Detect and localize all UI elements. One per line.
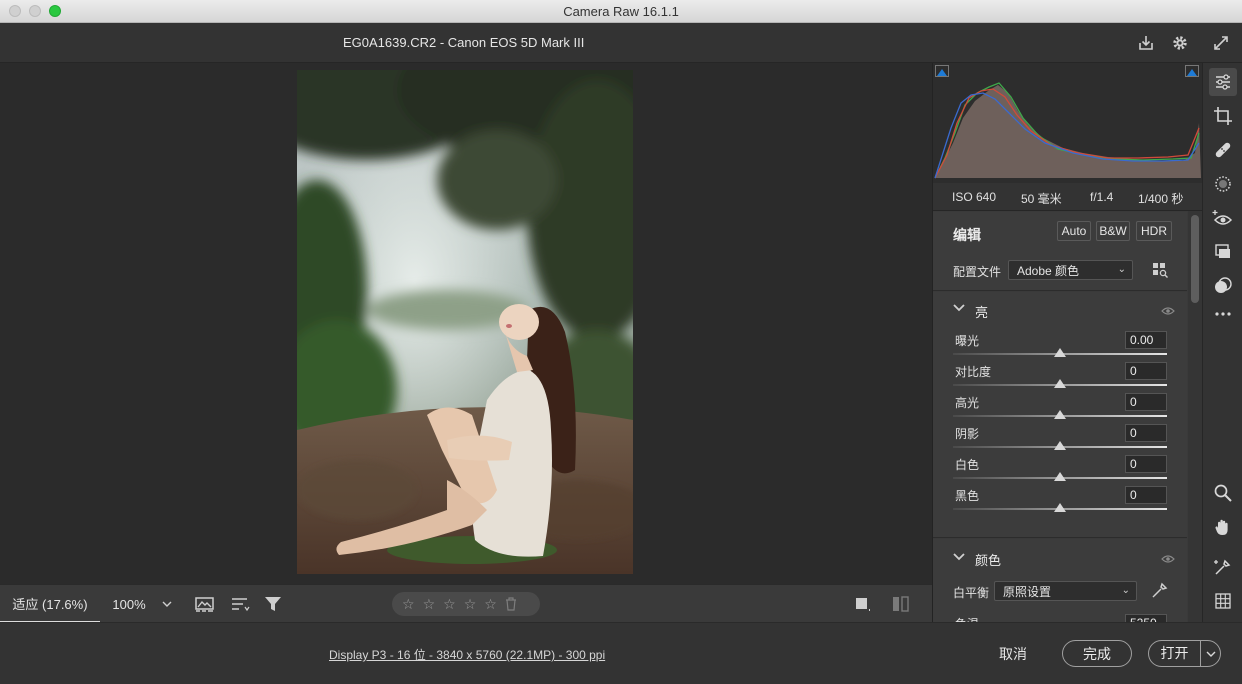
exif-focal-length: 50 毫米 — [1021, 192, 1062, 206]
collapse-chevron-icon[interactable] — [953, 551, 965, 565]
edit-panel: ISO 640 50 毫米 f/1.4 1/400 秒 编辑 Auto B&W … — [932, 63, 1202, 622]
gear-icon[interactable] — [1168, 31, 1192, 55]
status-bar: Display P3 - 16 位 - 3840 x 5760 (22.1MP)… — [0, 622, 1242, 684]
photo-preview[interactable] — [297, 70, 633, 574]
zoom-fit-button[interactable]: 适应 (17.6%) — [0, 585, 100, 623]
open-button[interactable]: 打开 — [1148, 640, 1221, 667]
eye-icon[interactable] — [1161, 553, 1175, 563]
hdr-button[interactable]: HDR — [1136, 221, 1172, 241]
blacks-label: 黑色 — [955, 489, 980, 503]
light-section-title: 亮 — [975, 305, 989, 320]
highlights-value[interactable]: 0 — [1125, 393, 1167, 411]
temperature-value[interactable]: 5250 — [1125, 614, 1167, 622]
rating-star-4[interactable]: ☆ — [464, 596, 477, 613]
hand-icon[interactable] — [1209, 513, 1237, 541]
exif-aperture: f/1.4 — [1090, 190, 1114, 204]
tool-strip — [1202, 63, 1242, 622]
temperature-label: 色温 — [955, 615, 979, 622]
zoom-100-button[interactable]: 100% — [100, 585, 158, 623]
before-after-icon[interactable] — [890, 594, 912, 614]
contrast-label: 对比度 — [955, 365, 992, 379]
title-bar: Camera Raw 16.1.1 — [0, 0, 1242, 23]
shadows-value[interactable]: 0 — [1125, 424, 1167, 442]
canvas-toolbar: 适应 (17.6%) 100% ☆ ☆ ☆ ☆ ☆ — [0, 584, 932, 623]
profile-browser-icon[interactable] — [1151, 261, 1169, 279]
view-single-icon[interactable] — [852, 594, 874, 614]
healing-icon[interactable] — [1209, 136, 1237, 164]
eye-icon[interactable] — [1161, 305, 1175, 315]
workflow-options-link[interactable]: Display P3 - 16 位 - 3840 x 5760 (22.1MP)… — [329, 646, 605, 663]
exif-iso: ISO 640 — [952, 190, 997, 204]
shadows-slider-thumb[interactable] — [1054, 441, 1066, 450]
exposure-slider-thumb[interactable] — [1054, 348, 1066, 357]
exposure-label: 曝光 — [955, 334, 980, 348]
done-button[interactable]: 完成 — [1062, 640, 1132, 667]
highlights-slider-thumb[interactable] — [1054, 410, 1066, 419]
trash-icon[interactable] — [505, 597, 517, 611]
rating-star-1[interactable]: ☆ — [402, 596, 415, 613]
rating-star-2[interactable]: ☆ — [423, 596, 436, 613]
star-rating[interactable]: ☆ ☆ ☆ ☆ ☆ — [392, 592, 540, 616]
contrast-value[interactable]: 0 — [1125, 362, 1167, 380]
filmstrip-icon[interactable] — [194, 594, 216, 614]
crop-icon[interactable] — [1209, 102, 1237, 130]
profile-value: Adobe 颜色 — [1017, 263, 1080, 278]
profile-label: 配置文件 — [953, 265, 1002, 279]
filter-icon[interactable] — [263, 594, 285, 614]
red-eye-icon[interactable] — [1209, 204, 1237, 232]
histogram — [933, 63, 1202, 183]
sort-icon[interactable] — [229, 594, 251, 614]
white-balance-select[interactable]: 原照设置 ⌄ — [994, 581, 1137, 601]
whites-slider-thumb[interactable] — [1054, 472, 1066, 481]
window-title: Camera Raw 16.1.1 — [563, 4, 679, 19]
header-bar: EG0A1639.CR2 - Canon EOS 5D Mark III — [0, 23, 1242, 63]
blacks-slider-thumb[interactable] — [1054, 503, 1066, 512]
shadow-clipping-indicator[interactable] — [935, 65, 949, 77]
exif-info: ISO 640 50 毫米 f/1.4 1/400 秒 — [933, 183, 1202, 211]
eyedropper-icon[interactable] — [1151, 581, 1169, 599]
bw-button[interactable]: B&W — [1096, 221, 1130, 241]
exposure-value[interactable]: 0.00 — [1125, 331, 1167, 349]
light-section: 亮 曝光 0.00 对比度 0 高光 0 阴影 0 白色 0 黑色 0 — [933, 292, 1187, 538]
masking-icon[interactable] — [1209, 170, 1237, 198]
whites-value[interactable]: 0 — [1125, 455, 1167, 473]
highlight-clipping-indicator[interactable] — [1185, 65, 1199, 77]
open-button-label[interactable]: 打开 — [1149, 641, 1201, 666]
shadows-label: 阴影 — [955, 427, 980, 441]
auto-button[interactable]: Auto — [1057, 221, 1091, 241]
rating-star-3[interactable]: ☆ — [443, 596, 456, 613]
zoom-dropdown[interactable] — [158, 585, 176, 623]
exif-shutter: 1/400 秒 — [1138, 192, 1184, 206]
rating-star-5[interactable]: ☆ — [484, 596, 497, 613]
zoom-icon[interactable] — [1209, 479, 1237, 507]
white-balance-label: 白平衡 — [953, 586, 990, 600]
edit-tool-icon[interactable] — [1209, 68, 1237, 96]
open-dropdown[interactable] — [1201, 650, 1220, 658]
grid-icon[interactable] — [1209, 587, 1237, 615]
edit-title: 编辑 — [953, 227, 981, 243]
snapshots-icon[interactable] — [1209, 238, 1237, 266]
blacks-value[interactable]: 0 — [1125, 486, 1167, 504]
contrast-slider-thumb[interactable] — [1054, 379, 1066, 388]
white-balance-value: 原照设置 — [1003, 584, 1052, 599]
profile-select[interactable]: Adobe 颜色 ⌄ — [1008, 260, 1133, 280]
edit-section: 编辑 Auto B&W HDR 配置文件 Adobe 颜色 ⌄ — [933, 212, 1187, 291]
chevron-down-icon: ⌄ — [1121, 585, 1130, 596]
cancel-button[interactable]: 取消 — [988, 641, 1038, 667]
more-icon[interactable] — [1209, 300, 1237, 328]
color-sampler-icon[interactable] — [1209, 553, 1237, 581]
highlights-label: 高光 — [955, 396, 980, 410]
file-title: EG0A1639.CR2 - Canon EOS 5D Mark III — [343, 35, 585, 50]
chevron-down-icon: ⌄ — [1117, 264, 1126, 275]
color-section-title: 颜色 — [975, 553, 1002, 568]
save-icon[interactable] — [1134, 31, 1158, 55]
panel-scrollbar[interactable] — [1188, 211, 1202, 622]
presets-icon[interactable] — [1209, 272, 1237, 300]
collapse-chevron-icon[interactable] — [953, 302, 965, 316]
scrollbar-thumb[interactable] — [1191, 215, 1199, 303]
whites-label: 白色 — [955, 458, 980, 472]
fullscreen-icon[interactable] — [1209, 31, 1233, 55]
color-section: 颜色 白平衡 原照设置 ⌄ 色温 5250 — [933, 539, 1187, 622]
